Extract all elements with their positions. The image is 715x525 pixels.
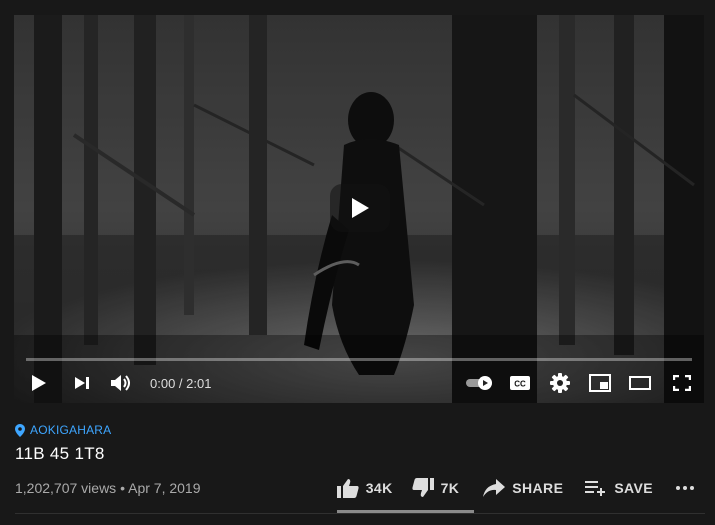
video-info: AOKIGAHARA 11B 45 1T8 [15, 423, 705, 464]
autoplay-toggle[interactable] [460, 365, 500, 401]
meta-dot: • [120, 480, 125, 496]
miniplayer-button[interactable] [580, 365, 620, 401]
save-label: SAVE [614, 480, 653, 496]
dislike-button[interactable]: 7K [411, 478, 460, 498]
time-separator: / [175, 375, 187, 391]
action-bar: 34K 7K SHARE SAVE [336, 476, 705, 500]
play-button[interactable] [14, 365, 64, 401]
more-actions-button[interactable] [675, 485, 695, 491]
video-meta-row: 1,202,707 views • Apr 7, 2019 34K 7K SHA… [15, 476, 705, 500]
more-icon [676, 486, 694, 490]
settings-button[interactable] [540, 365, 580, 401]
current-time: 0:00 [150, 375, 176, 391]
theater-mode-button[interactable] [620, 365, 660, 401]
divider [15, 513, 705, 514]
autoplay-toggle-icon [466, 376, 492, 390]
thumb-up-icon [336, 479, 359, 498]
play-icon [32, 375, 46, 391]
video-player[interactable]: 0:00 / 2:01 CC [14, 15, 704, 403]
duration: 2:01 [186, 375, 212, 391]
upload-date: Apr 7, 2019 [128, 480, 201, 496]
share-icon [483, 479, 506, 497]
mute-button[interactable] [100, 365, 142, 401]
next-button[interactable] [64, 365, 100, 401]
share-button[interactable]: SHARE [483, 479, 563, 497]
play-icon [352, 198, 369, 218]
save-playlist-icon [585, 481, 606, 496]
fullscreen-button[interactable] [660, 365, 704, 401]
location-link[interactable]: AOKIGAHARA [15, 423, 705, 437]
share-label: SHARE [512, 480, 564, 496]
theater-icon [629, 376, 651, 390]
location-label: AOKIGAHARA [30, 423, 112, 437]
captions-icon: CC [510, 376, 530, 390]
thumb-down-icon [411, 478, 434, 497]
dislike-count: 7K [440, 480, 460, 496]
svg-text:CC: CC [514, 380, 526, 389]
view-stats: 1,202,707 views • Apr 7, 2019 [15, 480, 201, 496]
miniplayer-icon [589, 374, 611, 392]
video-title: 11B 45 1T8 [15, 444, 105, 463]
progress-bar[interactable] [26, 358, 692, 361]
captions-button[interactable]: CC [500, 365, 540, 401]
player-controls: 0:00 / 2:01 CC [14, 365, 704, 401]
big-play-button[interactable] [330, 184, 390, 232]
save-button[interactable]: SAVE [585, 480, 653, 496]
volume-icon [111, 375, 130, 391]
settings-icon [550, 373, 570, 393]
like-count: 34K [365, 480, 393, 496]
like-button[interactable]: 34K [336, 478, 393, 498]
location-pin-icon [15, 423, 25, 437]
view-count: 1,202,707 views [15, 480, 117, 496]
fullscreen-icon [673, 375, 691, 391]
next-icon [75, 377, 89, 389]
time-display: 0:00 / 2:01 [150, 376, 211, 391]
